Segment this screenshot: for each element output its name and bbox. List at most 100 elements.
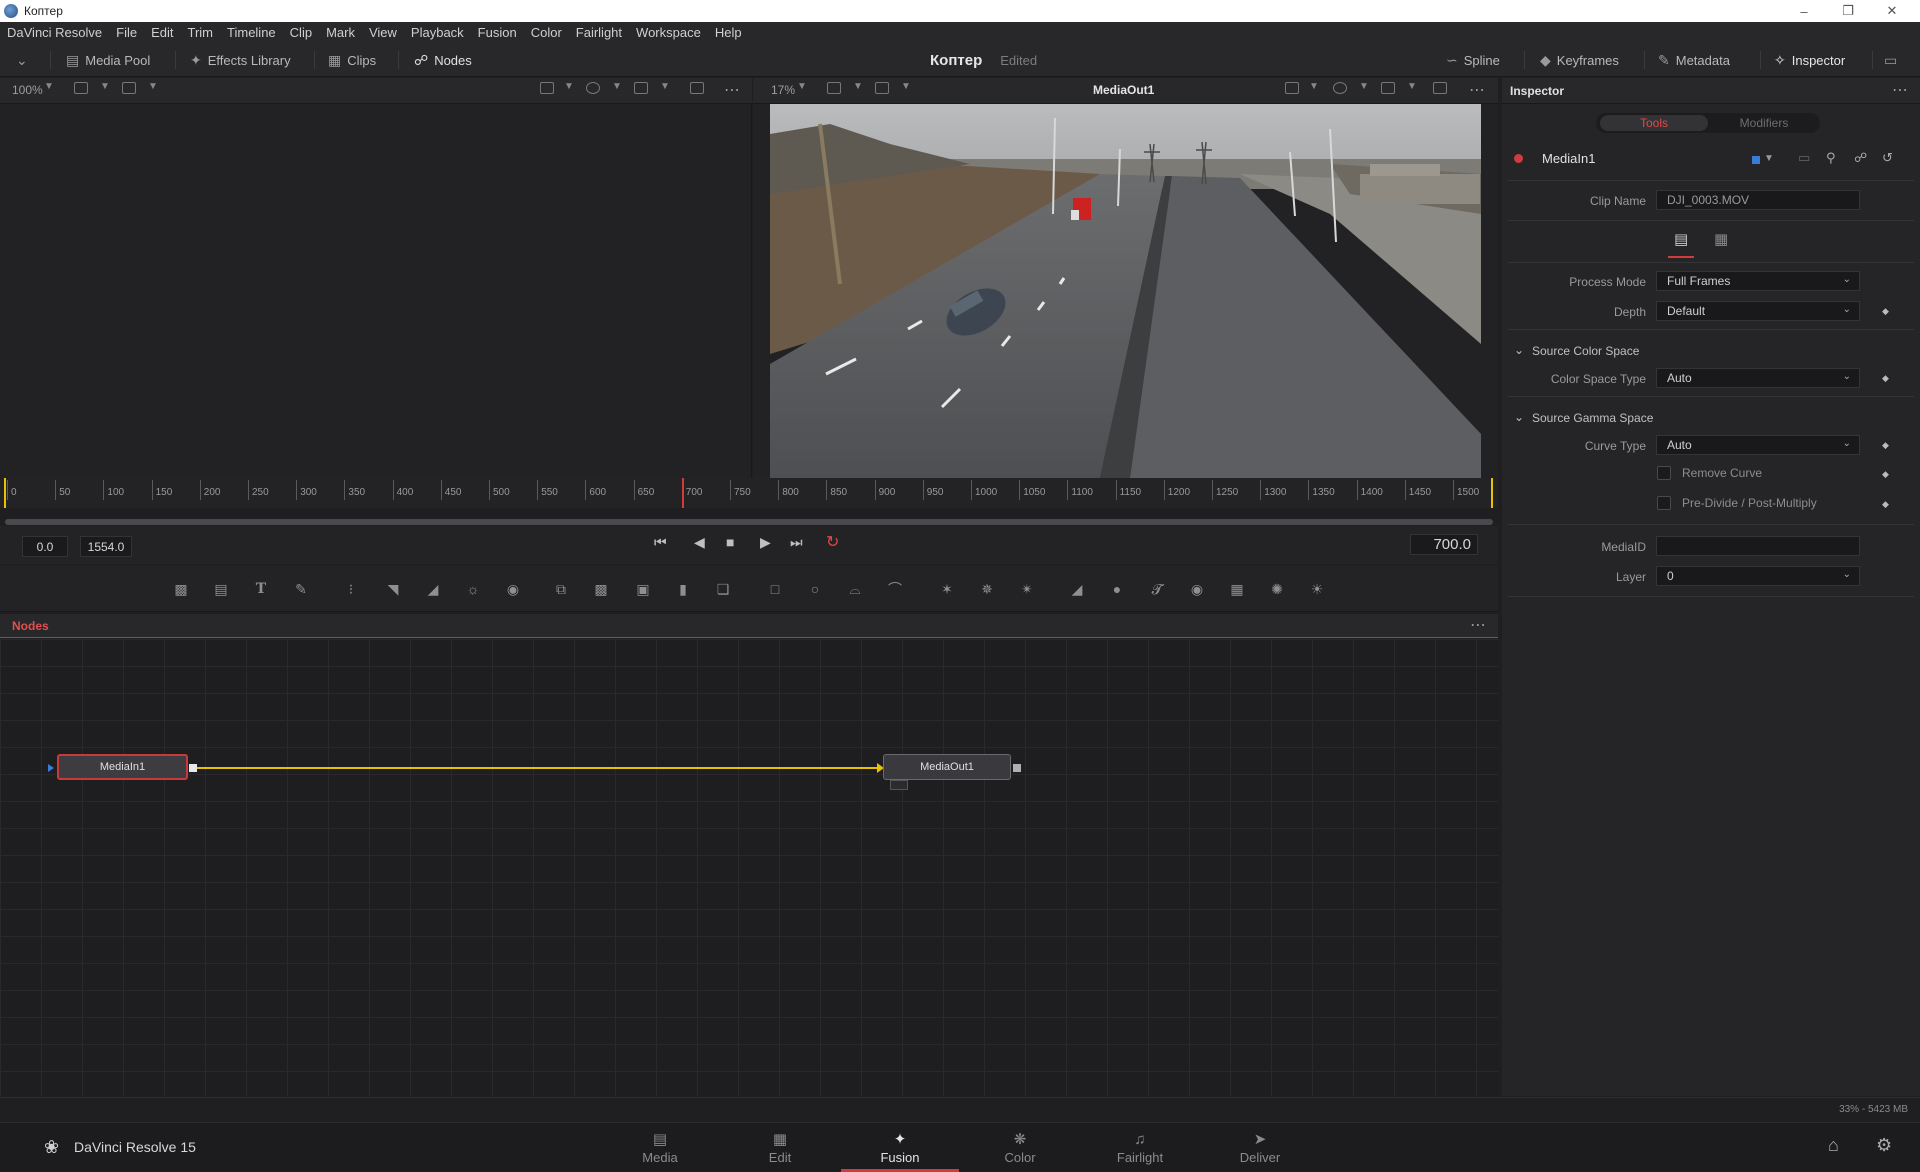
shape3d-icon[interactable]: ◢ [1066,580,1088,598]
planar-tracker-icon[interactable]: ✵ [976,580,998,598]
version-icon[interactable]: ▭ [1798,150,1810,166]
curve-type-select[interactable]: Auto ⌄ [1656,435,1860,455]
menu-playback[interactable]: Playback [404,25,471,40]
minimize-icon[interactable]: – [1782,0,1826,22]
menu-file[interactable]: File [109,25,144,40]
clips-button[interactable]: ▦ Clips [328,43,376,77]
mediaid-field[interactable] [1656,536,1860,556]
spotlight-icon[interactable]: ☀ [1306,580,1328,598]
node-mask-port[interactable] [890,780,908,790]
remove-curve-checkbox[interactable] [1657,466,1671,480]
render-end-field[interactable]: 1554.0 [80,536,132,557]
more-options-icon[interactable]: ⋯ [724,80,741,100]
menu-view[interactable]: View [362,25,404,40]
menu-trim[interactable]: Trim [181,25,221,40]
process-mode-select[interactable]: Full Frames ⌄ [1656,271,1860,291]
camera3d-icon[interactable]: ◉ [1186,580,1208,598]
polygon-mask-icon[interactable]: ⌓ [844,580,866,598]
light-icon[interactable]: ✺ [1266,580,1288,598]
particles-tool-icon[interactable]: ⁝ [340,580,362,598]
home-icon[interactable]: ⌂ [1828,1135,1839,1156]
chevron-down-icon[interactable]: ▼ [853,81,863,92]
chevron-down-icon[interactable]: ▼ [901,81,911,92]
go-to-end-icon[interactable]: ⏭ [790,534,803,551]
chevron-down-icon[interactable]: ▼ [148,81,158,92]
chevron-down-icon[interactable]: ▼ [1764,153,1774,164]
menu-workspace[interactable]: Workspace [629,25,708,40]
bspline-mask-icon[interactable]: ⌒ [884,580,906,598]
color-icon[interactable] [586,82,600,94]
more-options-icon[interactable]: ⋯ [1469,80,1486,100]
curves-tool-icon[interactable]: ◢ [422,580,444,598]
layer-select[interactable]: 0 ⌄ [1656,566,1860,586]
blur-tool-icon[interactable]: ◉ [502,580,524,598]
menu-help[interactable]: Help [708,25,749,40]
play-icon[interactable]: ▶ [760,534,771,551]
pin-icon[interactable]: ⚲ [1826,150,1836,166]
nodes-button[interactable]: ☍ Nodes [414,43,472,77]
effects-library-button[interactable]: ✦ Effects Library [190,43,291,77]
keyframe-diamond-icon[interactable]: ◆ [1882,373,1889,384]
tracker-icon[interactable]: ✶ [936,580,958,598]
transform-tool-icon[interactable]: ❏ [712,580,734,598]
depth-select[interactable]: Default ⌄ [1656,301,1860,321]
chevron-down-icon[interactable]: ▼ [1359,81,1369,92]
background-tool-icon[interactable]: ▩ [170,580,192,598]
matte-control-icon[interactable]: ▣ [632,580,654,598]
node-editor[interactable]: MediaIn1 MediaOut1 [0,639,1498,1096]
fullscreen-button[interactable]: ▭ [1884,43,1897,77]
timeline-ruler[interactable]: 0 50 100 150 200 250 300 350 400 450 500 550 600 650 7… [0,478,1498,508]
play-reverse-icon[interactable]: ◀ [694,534,705,551]
chevron-down-icon[interactable]: ▼ [612,81,622,92]
chevron-down-icon[interactable]: ▼ [797,81,807,92]
chevron-down-icon[interactable]: ▼ [1309,81,1319,92]
chevron-down-icon[interactable]: ▼ [1407,81,1417,92]
image-tab-icon[interactable]: ▤ [1674,230,1688,248]
maximize-icon[interactable]: ❐ [1826,0,1870,22]
display-icon[interactable] [122,82,136,94]
panel-toggle-button[interactable]: ⌄ [16,43,28,77]
channel-booleans-icon[interactable]: ▩ [590,580,612,598]
menu-fusion[interactable]: Fusion [471,25,524,40]
chevron-down-icon[interactable]: ⌄ [1514,410,1524,424]
tab-tools[interactable]: Tools [1600,115,1708,131]
roi-icon[interactable] [1285,82,1299,94]
page-fusion[interactable]: ✦ Fusion [841,1123,959,1172]
source-color-space-section[interactable]: Source Color Space [1532,344,1639,358]
viewer-video-frame[interactable] [770,104,1481,478]
chevron-down-icon[interactable]: ⌄ [1514,343,1524,357]
lock-icon[interactable]: ☍ [1854,150,1867,166]
brightness-tool-icon[interactable]: ☼ [462,580,484,598]
chevron-down-icon[interactable]: ▼ [564,81,574,92]
audio-tab-icon[interactable]: ▦ [1714,230,1728,248]
grid-icon[interactable] [634,82,648,94]
node-mediaout1[interactable]: MediaOut1 [883,754,1011,780]
chevron-down-icon[interactable]: ▼ [100,81,110,92]
spline-button[interactable]: ∽ Spline [1446,43,1500,77]
page-deliver[interactable]: ➤ Deliver [1201,1123,1319,1172]
left-viewer[interactable] [0,104,752,478]
pre-divide-checkbox[interactable] [1657,496,1671,510]
page-fairlight[interactable]: ♫ Fairlight [1081,1123,1199,1172]
reset-icon[interactable]: ↺ [1882,150,1893,166]
renderer3d-icon[interactable]: ▦ [1226,580,1248,598]
fit-icon[interactable] [690,82,704,94]
media-pool-button[interactable]: ▤ Media Pool [66,43,150,77]
gear-icon[interactable]: ⚙ [1876,1135,1892,1156]
more-options-icon[interactable]: ⋯ [1470,615,1487,635]
keyframe-diamond-icon[interactable]: ◆ [1882,499,1889,510]
render-end-marker[interactable] [1491,478,1493,508]
go-to-start-icon[interactable]: ⏮ [654,534,667,551]
resize-tool-icon[interactable]: ▮ [672,580,694,598]
current-frame-field[interactable]: 700.0 [1410,534,1478,555]
rectangle-mask-icon[interactable]: □ [764,580,786,598]
tab-modifiers[interactable]: Modifiers [1710,115,1818,131]
merge-tool-icon[interactable]: ⧉ [550,580,572,598]
source-gamma-space-section[interactable]: Source Gamma Space [1532,411,1653,425]
more-options-icon[interactable]: ⋯ [1892,80,1909,100]
playhead[interactable] [681,478,684,508]
layout-icon[interactable] [827,82,841,94]
loop-icon[interactable]: ↻ [826,532,839,552]
color-icon[interactable] [1333,82,1347,94]
menu-davinci[interactable]: DaVinci Resolve [0,25,109,40]
